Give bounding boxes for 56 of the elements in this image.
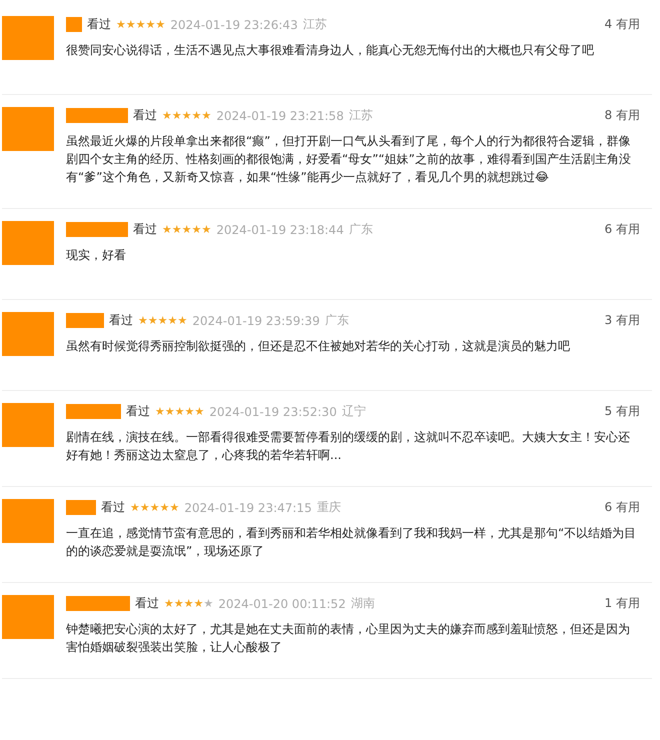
comment-location: 江苏 [348,107,373,124]
comment-text: 一直在追，感觉情节蛮有意思的，看到秀丽和若华相处就像看到了我和我妈一样，尤其是那句“不以结婚为目的的谈恋爱就是耍流氓”，现场还原了 [66,525,638,560]
username-redaction [66,404,121,419]
comment-location: 湖南 [350,595,375,612]
comment-text: 虽然最近火爆的片段单拿出来都很“癫”，但打开剧一口气从头看到了尾，每个人的行为都很符合逻辑，群像剧四个女主角的经历、性格刻画的都很饱满，好爱看“母女”“姐妹”之前的故事，难得看到国产生活剧主角没有“爹”这个角色，又新奇又惊喜，如果“性缘”能再少一点就好了，看见几个男的就想跳过😂 [66,133,632,186]
avatar-redaction [2,403,54,447]
useful-count[interactable]: 1 有用 [604,595,640,612]
comment-text: 钟楚曦把安心演的太好了，尤其是她在丈夫面前的表情，心里因为丈夫的嫌弃而感到羞耻愤怒，但还是因为害怕婚姻破裂强装出笑脸，让人心酸极了 [66,621,631,656]
useful-count[interactable]: 8 有用 [604,107,640,124]
star-rating: ★★★★★ [162,224,212,236]
useful-count[interactable]: 4 有用 [604,16,640,33]
avatar-redaction [2,595,54,639]
star-rating: ★★★★★ [162,110,212,122]
star-rating: ★★★★★ [138,314,188,326]
avatar-redaction [2,107,54,151]
avatar-redaction [2,499,54,543]
comment-location: 辽宁 [342,403,366,420]
star-rating: ★★★★★ [155,406,204,418]
watch-status: 看过 [101,499,125,516]
watch-status: 看过 [135,595,159,612]
comment-location: 广东 [348,221,373,238]
comment-time: 2024-01-19 23:21:58 [216,108,344,122]
comment-time: 2024-01-20 00:11:52 [218,596,346,610]
avatar-redaction [2,221,54,265]
star-rating: ★★★★★ [130,502,180,514]
useful-count[interactable]: 5 有用 [604,403,640,420]
comment-time: 2024-01-19 23:47:15 [184,500,312,514]
star-rating: ★★★★★ [116,18,166,30]
avatar-redaction [2,312,54,356]
comment-text: 剧情在线，演技在线。一部看得很难受需要暂停看别的缓缓的剧，这就叫不忍卒读吧。大姨大女主！安心还好有她！秀丽这边太窒息了，心疼我的若华若轩啊... [66,429,631,464]
useful-count[interactable]: 3 有用 [604,312,640,329]
username-redaction [66,108,128,123]
comment-text: 很赞同安心说得话，生活不遇见点大事很难看清身边人，能真心无怨无悔付出的大概也只有父母了吧 [66,42,595,59]
comment-time: 2024-01-19 23:52:30 [209,404,337,418]
avatar-redaction [2,16,54,60]
watch-status: 看过 [126,403,150,420]
watch-status: 看过 [109,312,133,329]
username-redaction [66,17,82,32]
comment-text: 虽然有时候觉得秀丽控制欲挺强的，但还是忍不住被她对若华的关心打动，这就是演员的魅力吧 [66,338,571,355]
comment-location: 广东 [324,312,349,329]
watch-status: 看过 [133,221,157,238]
comment-time: 2024-01-19 23:18:44 [216,222,344,236]
star-rating: ★★★★★ [164,598,214,610]
username-redaction [66,222,128,237]
watch-status: 看过 [87,16,111,33]
watch-status: 看过 [133,107,157,124]
comment-time: 2024-01-19 23:59:39 [192,314,320,328]
comment-location: 江苏 [302,16,327,33]
username-redaction [66,500,96,515]
useful-count[interactable]: 6 有用 [604,499,640,516]
comment-text: 现实，好看 [66,247,127,264]
useful-count[interactable]: 6 有用 [604,221,640,238]
username-redaction [66,313,104,328]
comment-location: 重庆 [316,499,341,516]
comment-time: 2024-01-19 23:26:43 [170,18,298,32]
username-redaction [66,596,130,611]
